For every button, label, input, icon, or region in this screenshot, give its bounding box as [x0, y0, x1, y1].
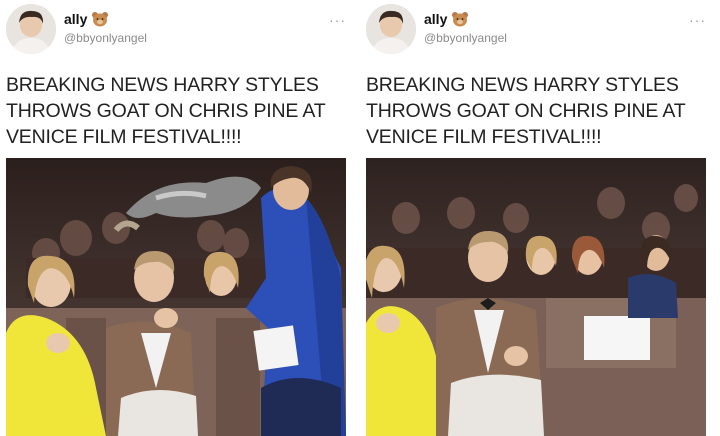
teddy-bear-icon — [91, 11, 109, 27]
photo-scene-audience-seated — [366, 158, 706, 436]
photo-scene-goat-thrown — [6, 158, 346, 436]
tweet-text: BREAKING NEWS HARRY STYLES THROWS GOAT O… — [366, 74, 686, 148]
avatar[interactable] — [366, 4, 416, 54]
user-handle[interactable]: @bbyonlyangel — [424, 31, 507, 45]
tweet-header: ally @bbyonlyangel ··· — [366, 4, 706, 56]
display-name[interactable]: ally — [424, 11, 469, 27]
tweet-card-2[interactable]: ally @bbyonlyangel ··· BREAKING NEWS HAR… — [360, 0, 712, 436]
tweet-text: BREAKING NEWS HARRY STYLES THROWS GOAT O… — [6, 74, 326, 148]
tweet-photo[interactable] — [366, 158, 706, 436]
avatar[interactable] — [6, 4, 56, 54]
tweet-card-1[interactable]: ally @bbyonlyangel ··· BREAKING NEWS HAR… — [0, 0, 352, 436]
display-name[interactable]: ally — [64, 11, 109, 27]
more-options-icon[interactable]: ··· — [329, 12, 346, 28]
more-options-icon[interactable]: ··· — [689, 12, 706, 28]
teddy-bear-icon — [451, 11, 469, 27]
panel-divider — [352, 0, 360, 436]
tweet-header: ally @bbyonlyangel ··· — [6, 4, 346, 56]
user-handle[interactable]: @bbyonlyangel — [64, 31, 147, 45]
tweet-photo[interactable] — [6, 158, 346, 436]
